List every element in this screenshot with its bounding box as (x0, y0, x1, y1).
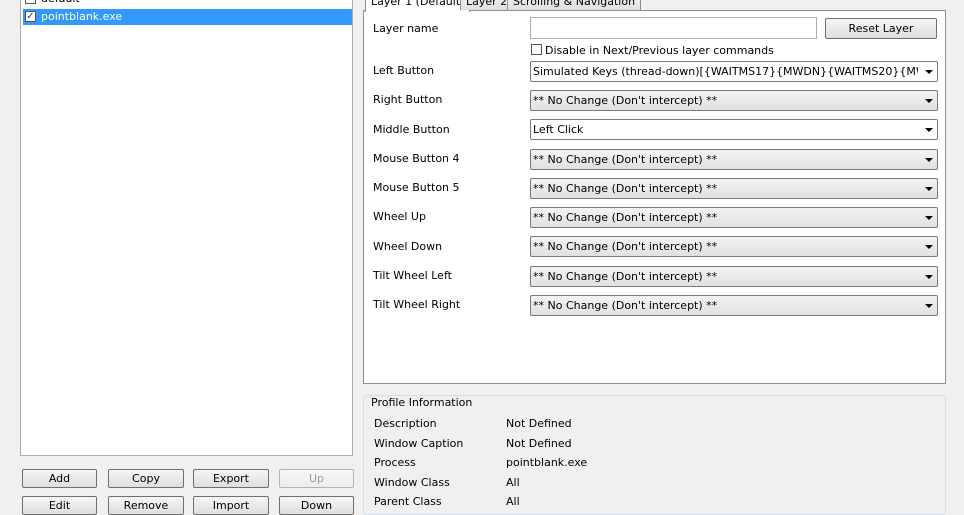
chevron-down-icon (925, 275, 933, 279)
chevron-down-icon (925, 245, 933, 249)
wheel-down-value: ** No Change (Don't intercept) ** (533, 240, 718, 253)
wheel-up-label: Wheel Up (373, 210, 426, 223)
profile-info-group (363, 395, 946, 515)
reset-layer-button[interactable]: Reset Layer (825, 18, 937, 39)
wheel-up-select[interactable]: ** No Change (Don't intercept) ** (530, 207, 938, 228)
edit-button[interactable]: Edit (22, 496, 97, 515)
layer-name-input[interactable] (530, 17, 817, 39)
tilt-wheel-right-value: ** No Change (Don't intercept) ** (533, 299, 718, 312)
parent-class-value: All (506, 495, 520, 508)
right-button-select[interactable]: ** No Change (Don't intercept) ** (530, 90, 938, 111)
profile-list[interactable]: ✓ default ✓ pointblank.exe (20, 0, 353, 456)
up-button[interactable]: Up (279, 469, 354, 488)
chevron-down-icon (925, 216, 933, 220)
process-label: Process (374, 456, 416, 469)
disable-layer-label: Disable in Next/Previous layer commands (545, 44, 774, 57)
tab-layer-1[interactable]: Layer 1 (Default) (365, 0, 471, 12)
mouse-button-4-select[interactable]: ** No Change (Don't intercept) ** (530, 149, 938, 170)
tilt-wheel-right-label: Tilt Wheel Right (373, 298, 461, 311)
right-button-label: Right Button (373, 93, 443, 106)
profile-info-title: Profile Information (369, 396, 475, 409)
description-label: Description (374, 417, 437, 430)
chevron-down-icon (925, 70, 933, 74)
description-value: Not Defined (506, 417, 572, 430)
export-button[interactable]: Export (193, 469, 269, 488)
down-button[interactable]: Down (279, 496, 354, 515)
window-class-value: All (506, 476, 520, 489)
left-button-value: Simulated Keys (thread-down)[{WAITMS17}{… (533, 65, 918, 78)
chevron-down-icon (925, 99, 933, 103)
profile-item-pointblank[interactable]: ✓ pointblank.exe (23, 9, 352, 25)
window-caption-label: Window Caption (374, 437, 464, 450)
process-value: pointblank.exe (506, 456, 588, 469)
chevron-down-icon (925, 128, 933, 132)
chevron-down-icon (925, 158, 933, 162)
profile-item-label: pointblank.exe (41, 10, 123, 23)
tilt-wheel-right-select[interactable]: ** No Change (Don't intercept) ** (530, 295, 938, 316)
wheel-down-label: Wheel Down (373, 240, 443, 253)
window-caption-value: Not Defined (506, 437, 572, 450)
mouse-button-5-select[interactable]: ** No Change (Don't intercept) ** (530, 178, 938, 199)
right-button-value: ** No Change (Don't intercept) ** (533, 94, 718, 107)
middle-button-select[interactable]: Left Click (530, 119, 938, 140)
profile-item-label: default (39, 0, 82, 7)
left-button-select[interactable]: Simulated Keys (thread-down)[{WAITMS17}{… (530, 61, 938, 82)
checkbox-icon[interactable]: ✓ (25, 0, 36, 4)
import-button[interactable]: Import (193, 496, 269, 515)
disable-layer-checkbox[interactable] (531, 44, 542, 55)
tilt-wheel-left-select[interactable]: ** No Change (Don't intercept) ** (530, 266, 938, 287)
mouse-button-5-value: ** No Change (Don't intercept) ** (533, 182, 718, 195)
left-button-label: Left Button (373, 64, 435, 77)
tilt-wheel-left-value: ** No Change (Don't intercept) ** (533, 270, 718, 283)
add-button[interactable]: Add (22, 469, 97, 488)
copy-button[interactable]: Copy (108, 469, 184, 488)
window-class-label: Window Class (374, 476, 450, 489)
chevron-down-icon (925, 304, 933, 308)
profile-item-default[interactable]: ✓ default (23, 0, 352, 7)
layer-name-label: Layer name (373, 22, 439, 35)
wheel-down-select[interactable]: ** No Change (Don't intercept) ** (530, 236, 938, 257)
mouse-button-4-value: ** No Change (Don't intercept) ** (533, 153, 718, 166)
mouse-button-4-label: Mouse Button 4 (373, 152, 460, 165)
tab-scrolling-navigation[interactable]: Scrolling & Navigation (507, 0, 642, 10)
middle-button-label: Middle Button (373, 123, 450, 136)
remove-button[interactable]: Remove (108, 496, 184, 515)
parent-class-label: Parent Class (374, 495, 442, 508)
tilt-wheel-left-label: Tilt Wheel Left (373, 269, 452, 282)
tab-layer-2[interactable]: Layer 2 (460, 0, 514, 10)
wheel-up-value: ** No Change (Don't intercept) ** (533, 211, 718, 224)
chevron-down-icon (925, 187, 933, 191)
checkbox-icon[interactable]: ✓ (25, 11, 36, 22)
middle-button-value: Left Click (533, 123, 584, 136)
mouse-button-5-label: Mouse Button 5 (373, 181, 460, 194)
